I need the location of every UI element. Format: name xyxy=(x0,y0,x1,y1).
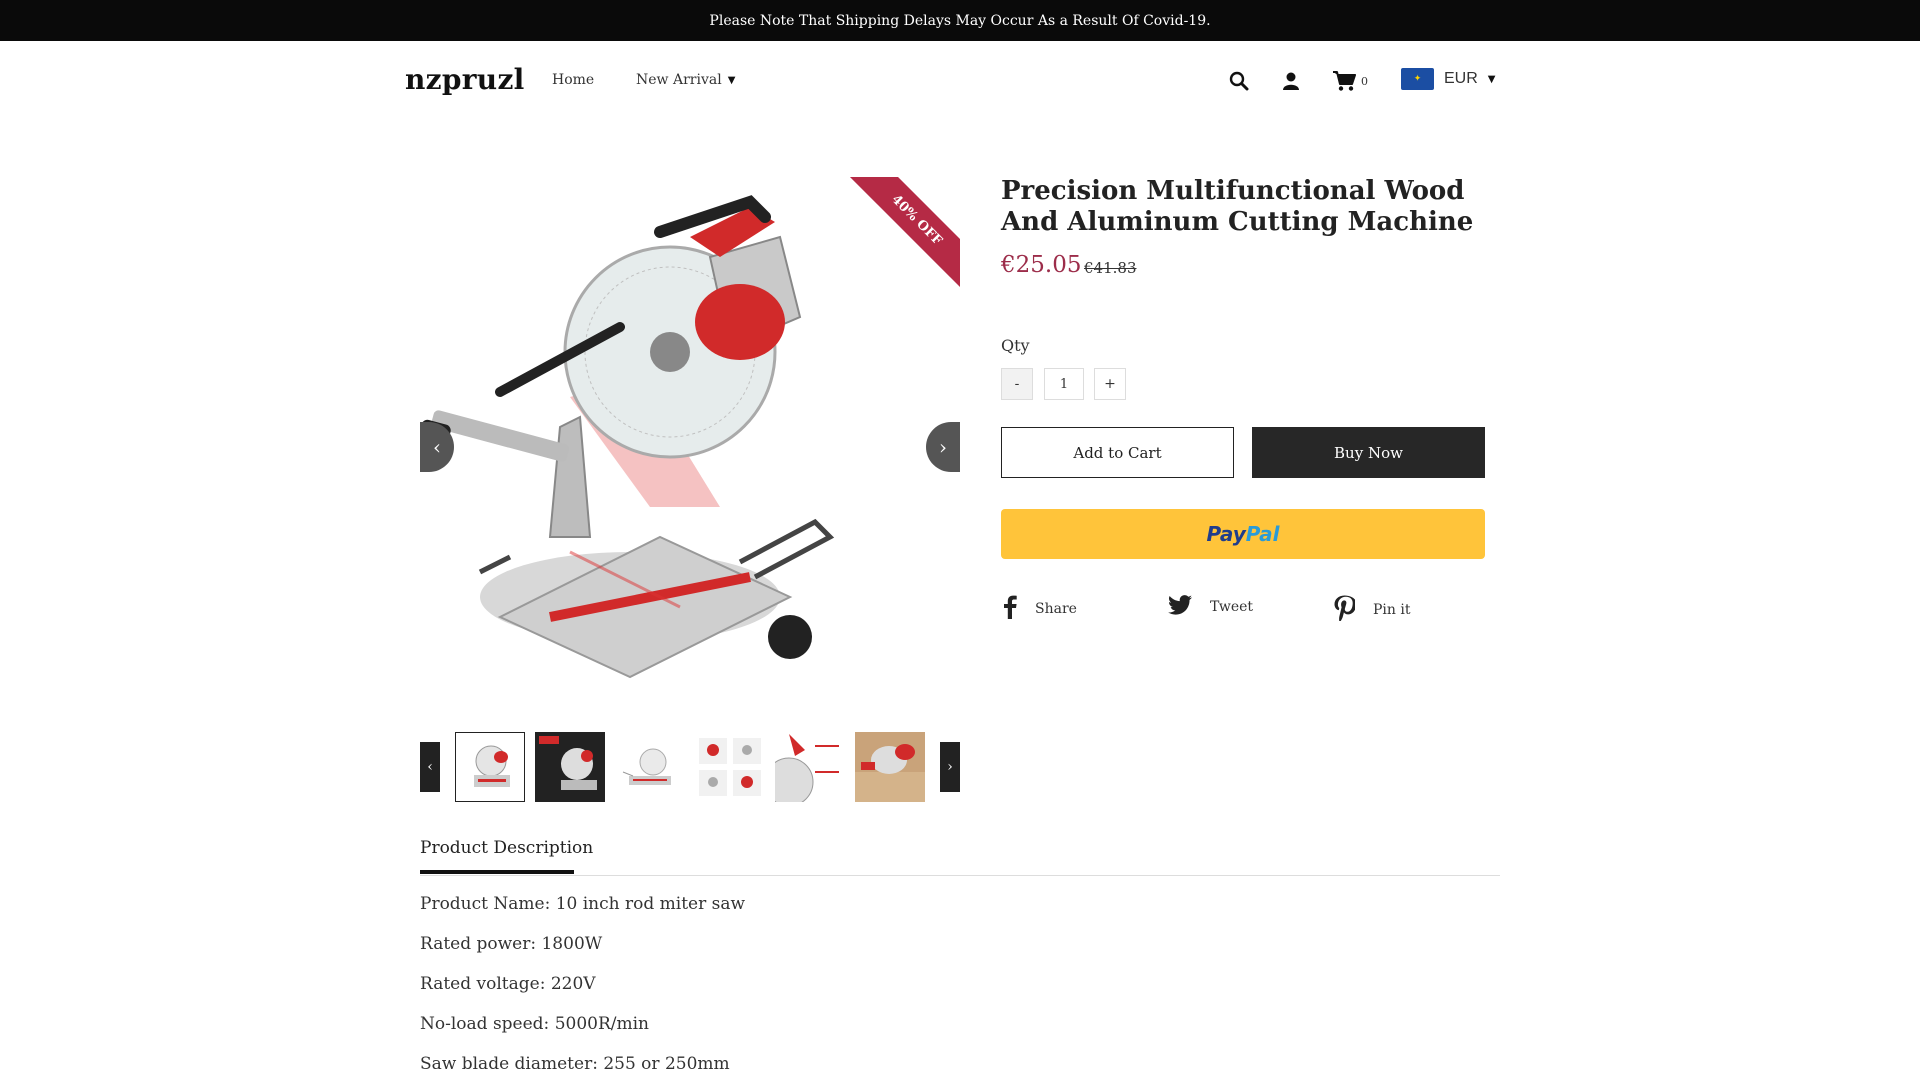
share-pinterest-label: Pin it xyxy=(1373,602,1411,618)
compare-at-price: €41.83 xyxy=(1084,259,1137,277)
thumbnail-4[interactable] xyxy=(695,732,765,802)
active-tab-indicator xyxy=(420,870,574,874)
product-title: Precision Multifunctional Wood And Alumi… xyxy=(1001,176,1474,237)
description-line: Rated power: 1800W xyxy=(420,934,603,954)
nav-home[interactable]: Home xyxy=(552,72,594,88)
chevron-right-icon: › xyxy=(947,759,953,775)
chevron-down-icon: ▼ xyxy=(1487,73,1496,85)
nav-home-label: Home xyxy=(552,72,595,88)
chevron-down-icon: ▼ xyxy=(727,74,736,86)
description-line: No-load speed: 5000R/min xyxy=(420,1014,649,1034)
nav-new-arrival-label: New Arrival xyxy=(636,72,722,88)
search-icon[interactable] xyxy=(1225,67,1253,95)
pinterest-icon xyxy=(1333,595,1357,625)
chevron-right-icon: › xyxy=(939,435,947,459)
share-facebook-label: Share xyxy=(1035,601,1077,617)
paypal-button[interactable]: Pay Pal xyxy=(1001,509,1485,559)
thumbs-next-button[interactable]: › xyxy=(940,742,960,792)
chevron-left-icon: ‹ xyxy=(427,759,433,775)
product-price: €25.05 xyxy=(1001,252,1082,278)
thumbnail-2[interactable] xyxy=(535,732,605,802)
cart-icon[interactable] xyxy=(1330,67,1358,95)
quantity-increase-button[interactable]: + xyxy=(1094,368,1126,400)
thumbnail-strip: ‹ › xyxy=(420,732,960,802)
quantity-input[interactable] xyxy=(1044,368,1084,400)
store-logo[interactable]: nzpruzl xyxy=(405,63,525,96)
description-line: Product Name: 10 inch rod miter saw xyxy=(420,894,746,914)
buy-now-button[interactable]: Buy Now xyxy=(1252,427,1485,478)
share-twitter-link[interactable]: Tweet xyxy=(1168,595,1253,619)
announcement-text: Please Note That Shipping Delays May Occ… xyxy=(709,12,1211,29)
eu-flag-icon: ✦ xyxy=(1401,68,1434,90)
thumbnail-5[interactable] xyxy=(775,732,845,802)
paypal-logo-part2: Pal xyxy=(1245,522,1280,546)
tab-product-description[interactable]: Product Description xyxy=(420,838,593,858)
currency-label: EUR xyxy=(1444,70,1478,87)
tab-divider xyxy=(420,875,1500,876)
product-description: Product Name: 10 inch rod miter saw Rate… xyxy=(420,892,1500,1080)
share-pinterest-link[interactable]: Pin it xyxy=(1333,595,1410,625)
cart-count: 0 xyxy=(1361,75,1368,88)
quantity-label: Qty xyxy=(1001,336,1030,355)
thumbnail-3[interactable] xyxy=(615,732,685,802)
thumbs-prev-button[interactable]: ‹ xyxy=(420,742,440,792)
description-line: Rated voltage: 220V xyxy=(420,974,596,994)
account-icon[interactable] xyxy=(1277,67,1305,95)
product-main-image: 40% OFF ‹ › xyxy=(420,177,960,717)
currency-selector[interactable]: ✦ EUR ▼ xyxy=(1401,68,1495,90)
share-twitter-label: Tweet xyxy=(1210,599,1254,615)
chevron-left-icon: ‹ xyxy=(433,435,441,459)
miter-saw-image xyxy=(420,195,835,679)
thumbnail-6[interactable] xyxy=(855,732,925,802)
nav-new-arrival[interactable]: New Arrival ▼ xyxy=(636,72,735,88)
facebook-icon xyxy=(1003,595,1017,623)
add-to-cart-button[interactable]: Add to Cart xyxy=(1001,427,1234,478)
thumbnail-1[interactable] xyxy=(455,732,525,802)
description-line: Saw blade diameter: 255 or 250mm xyxy=(420,1054,730,1074)
announcement-bar: Please Note That Shipping Delays May Occ… xyxy=(0,0,1920,41)
quantity-decrease-button[interactable]: - xyxy=(1001,368,1033,400)
site-header: nzpruzl Home New Arrival ▼ 0 ✦ EUR ▼ xyxy=(0,41,1920,121)
paypal-logo-part1: Pay xyxy=(1206,522,1246,546)
twitter-icon xyxy=(1168,595,1192,619)
share-facebook-link[interactable]: Share xyxy=(1003,595,1077,623)
